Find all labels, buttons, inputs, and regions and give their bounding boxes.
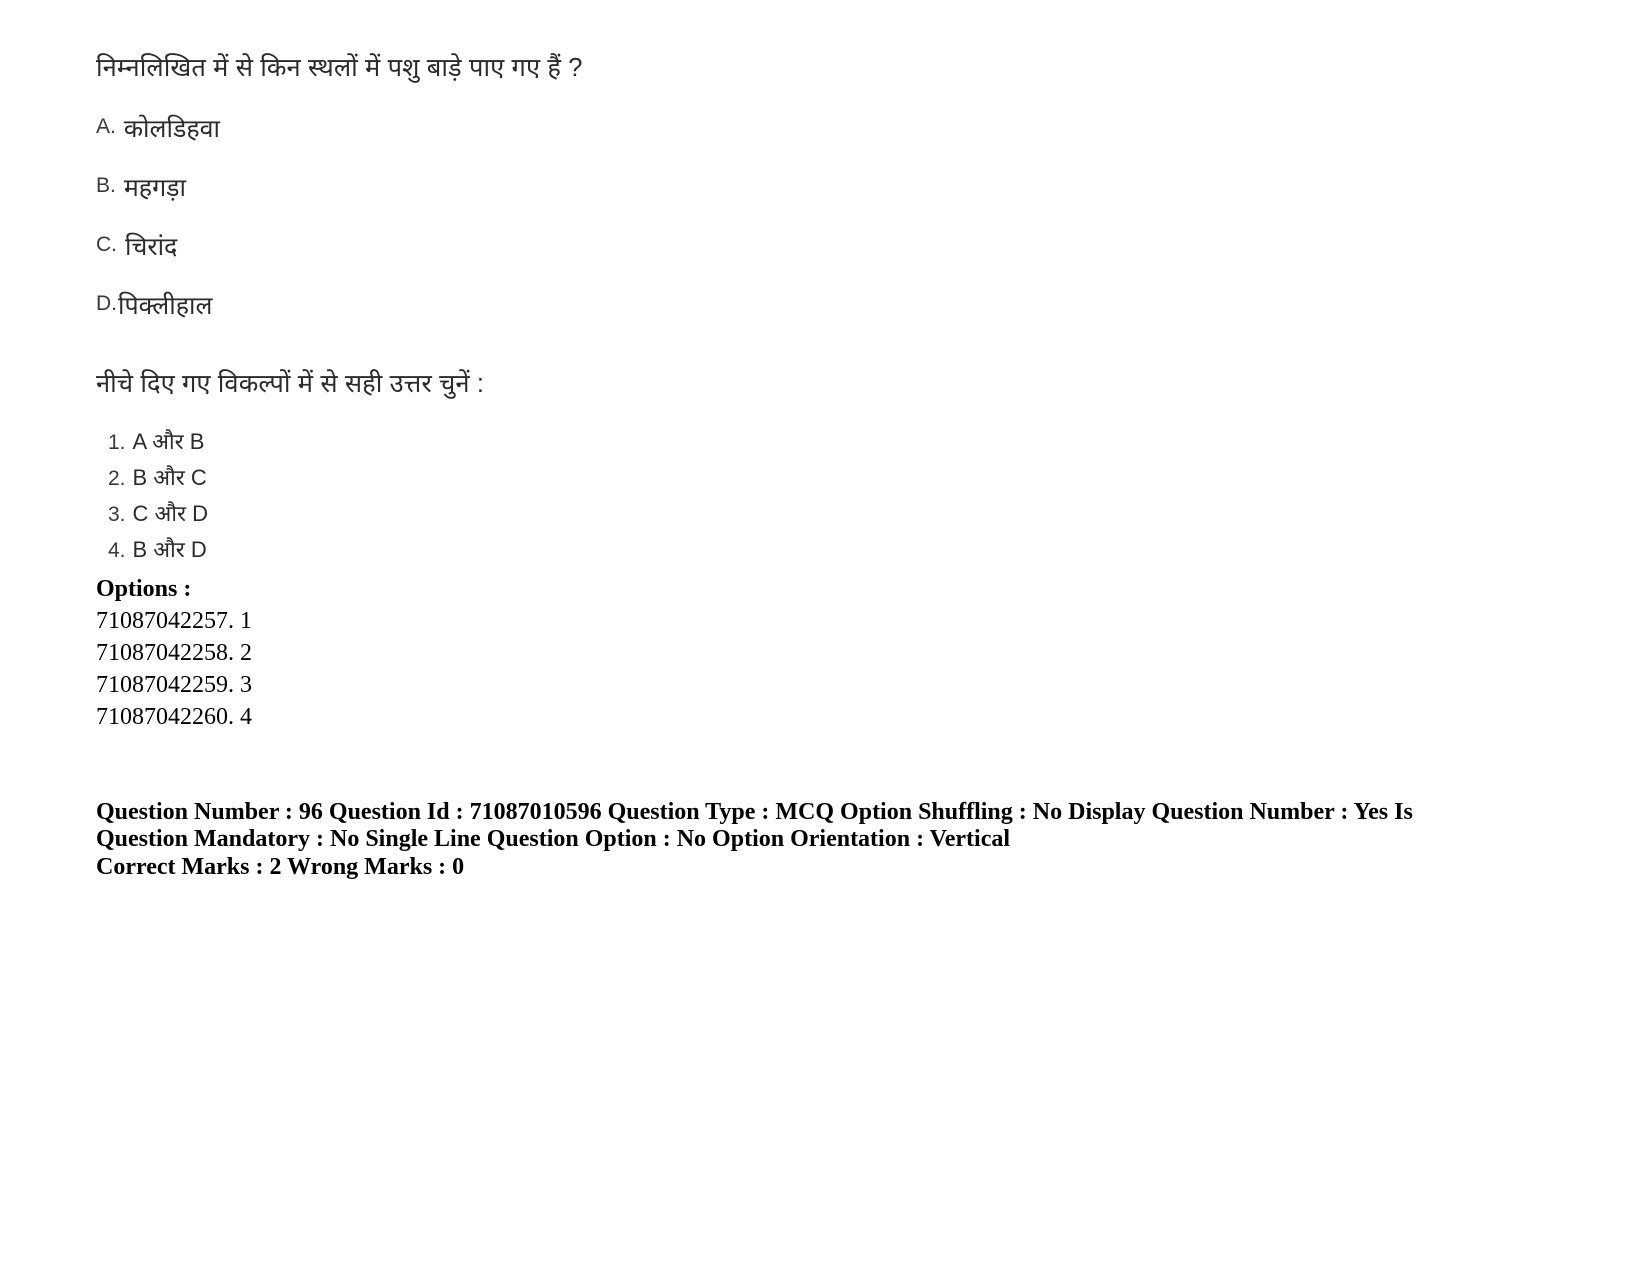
document-page: निम्नलिखित में से किन स्थलों में पशु बाड… xyxy=(0,0,1650,1275)
answer-choice-3: 3. C और D xyxy=(108,498,1516,534)
answer-choice-3-value: C और D xyxy=(132,500,209,526)
statement-choice-b: B. महगड़ा xyxy=(96,170,1516,229)
question-stem: निम्नलिखित में से किन स्थलों में पशु बाड… xyxy=(96,54,583,82)
answer-choice-2-value: B और C xyxy=(132,464,207,490)
option-id-item: 71087042259. 3 xyxy=(96,671,252,698)
option-id-item: 71087042257. 1 xyxy=(96,607,252,634)
statement-choice-c-label: C. xyxy=(96,233,117,257)
answer-instruction: नीचे दिए गए विकल्पों में से सही उत्तर चु… xyxy=(96,370,485,399)
statement-choice-b-text: महगड़ा xyxy=(123,174,186,203)
question-block: निम्नलिखित में से किन स्थलों में पशु बाड… xyxy=(96,48,1516,881)
option-id-item: 71087042258. 2 xyxy=(96,639,252,666)
option-id-item: 71087042260. 4 xyxy=(96,703,252,730)
answer-choice-2-number: 2. xyxy=(108,466,126,490)
answer-choice-1: 1. A और B xyxy=(108,426,1516,462)
statement-choice-a: A. कोलडिहवा xyxy=(96,111,1516,170)
statement-choice-c: C. चिरांद xyxy=(96,229,1516,288)
answer-choice-list: 1. A और B 2. B और C 3. C और D 4. B और D xyxy=(96,426,1516,570)
statement-choice-list: A. कोलडिहवा B. महगड़ा C. चिरांद D. पिक्ल… xyxy=(96,111,1516,347)
answer-choice-3-number: 3. xyxy=(108,502,126,526)
option-id-list: 71087042257. 1 71087042258. 2 7108704225… xyxy=(96,605,1516,733)
statement-choice-d-text: पिक्लीहाल xyxy=(118,292,213,321)
answer-choice-4: 4. B और D xyxy=(108,534,1516,570)
statement-choice-a-text: कोलडिहवा xyxy=(123,115,220,144)
answer-choice-1-number: 1. xyxy=(108,430,126,454)
answer-choice-4-value: B और D xyxy=(132,536,207,562)
options-header: Options : xyxy=(96,575,192,602)
metadata-marks-line: Correct Marks : 2 Wrong Marks : 0 xyxy=(96,854,465,881)
answer-choice-4-number: 4. xyxy=(108,538,126,562)
metadata-attributes-line: Question Number : 96 Question Id : 71087… xyxy=(96,798,1413,852)
statement-choice-d: D. पिक्लीहाल xyxy=(96,288,1516,347)
answer-choice-1-value: A और B xyxy=(132,428,205,454)
question-metadata: Question Number : 96 Question Id : 71087… xyxy=(96,799,1496,882)
statement-choice-b-label: B. xyxy=(96,174,116,198)
statement-choice-a-label: A. xyxy=(96,115,116,139)
statement-choice-d-label: D. xyxy=(96,292,117,316)
statement-choice-c-text: चिरांद xyxy=(125,233,178,262)
answer-choice-2: 2. B और C xyxy=(108,462,1516,498)
